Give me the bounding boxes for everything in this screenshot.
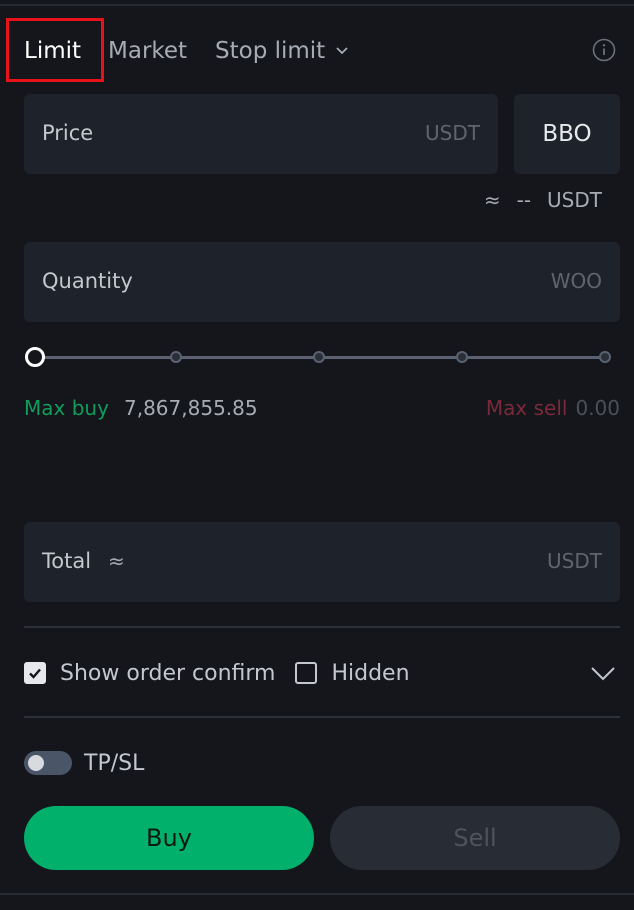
bbo-button[interactable]: BBO (514, 94, 620, 174)
max-sell-label: Max sell (485, 396, 568, 420)
total-approx-symbol: ≈ (108, 549, 125, 573)
info-icon[interactable] (592, 38, 616, 62)
tab-stop-limit[interactable]: Stop limit (215, 37, 349, 65)
chevron-down-icon (336, 47, 348, 55)
approx-value: -- (516, 188, 532, 212)
hidden-checkbox[interactable] (295, 662, 318, 684)
quantity-input[interactable]: Quantity WOO (24, 242, 620, 322)
sell-button[interactable]: Sell (330, 806, 620, 870)
top-divider (0, 4, 634, 6)
tpsl-label: TP/SL (84, 750, 145, 776)
approx-symbol: ≈ (483, 188, 501, 212)
approx-unit: USDT (547, 188, 602, 212)
max-sell-value: 0.00 (575, 396, 620, 420)
order-options: Show order confirm Hidden (24, 656, 620, 690)
show-order-confirm-checkbox[interactable] (24, 662, 46, 684)
total-unit: USDT (547, 549, 602, 573)
divider (24, 716, 620, 718)
tab-market[interactable]: Market (108, 37, 187, 65)
slider-tick-75[interactable] (456, 351, 468, 363)
total-input[interactable]: Total ≈ USDT (24, 522, 620, 602)
tpsl-toggle[interactable] (24, 751, 72, 775)
show-order-confirm-label[interactable]: Show order confirm (60, 661, 275, 686)
slider-tick-100[interactable] (599, 351, 611, 363)
bottom-divider (0, 893, 634, 895)
quantity-label: Quantity (42, 269, 133, 293)
price-input[interactable]: Price USDT (24, 94, 498, 174)
total-label: Total (42, 549, 92, 573)
tab-limit[interactable]: Limit (24, 37, 81, 65)
max-buy-label: Max buy (24, 396, 109, 420)
price-approx: ≈ -- USDT (484, 188, 602, 212)
tpsl-row: TP/SL (24, 746, 144, 780)
slider-tick-25[interactable] (170, 351, 182, 363)
buy-button[interactable]: Buy (24, 806, 314, 870)
hidden-label[interactable]: Hidden (331, 661, 409, 686)
price-unit: USDT (425, 121, 480, 145)
toggle-knob (28, 755, 44, 771)
slider-handle[interactable] (25, 347, 45, 367)
max-row: Max buy 7,867,855.85 Max sell 0.00 (24, 396, 620, 424)
tab-stop-limit-label: Stop limit (215, 38, 326, 64)
quantity-slider[interactable] (24, 346, 620, 370)
divider (24, 626, 620, 628)
max-sell: Max sell 0.00 (486, 396, 620, 420)
max-buy-value: 7,867,855.85 (124, 396, 258, 420)
price-label: Price (42, 121, 94, 145)
order-type-tabs: Limit Market Stop limit (0, 20, 634, 82)
slider-tick-50[interactable] (313, 351, 325, 363)
quantity-unit: WOO (550, 269, 602, 293)
chevron-down-icon[interactable] (590, 660, 616, 686)
checkmark-icon (29, 668, 41, 679)
